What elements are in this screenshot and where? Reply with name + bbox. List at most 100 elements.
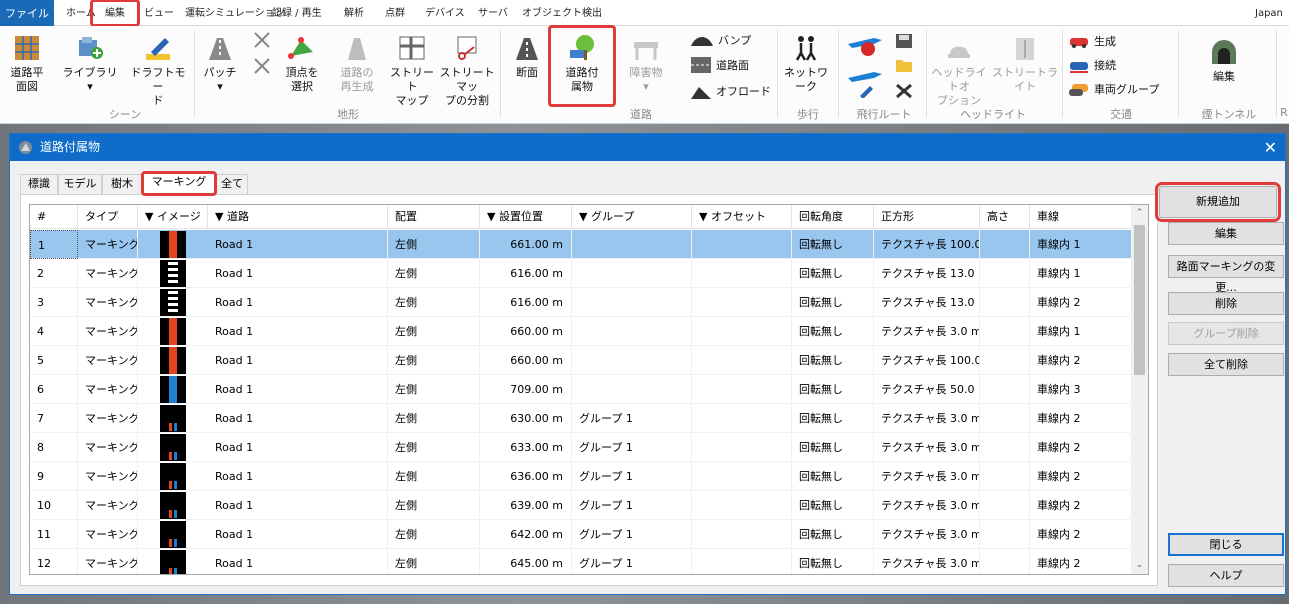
column-header[interactable]: ▼ オフセット [692, 205, 792, 229]
menu-server[interactable]: サーバ [478, 0, 508, 26]
table-row[interactable]: 12 マーキング Road 1 左側 645.00 m グループ 1 回転無し テクスチャ長 … [30, 549, 1132, 574]
group-headlight-label: ヘッドライト [960, 108, 1026, 121]
flight-delete-button[interactable] [894, 82, 914, 100]
column-header[interactable]: ▼ イメージ [138, 205, 208, 229]
flight-route-add-button[interactable] [846, 34, 886, 56]
library-button[interactable]: ライブラリ ▾ [62, 34, 118, 94]
cell-height [980, 549, 1030, 574]
flight-open-button[interactable] [894, 56, 914, 74]
obstacle-button[interactable]: 障害物 ▾ [620, 34, 672, 94]
tab-markings[interactable]: マーキング [141, 171, 217, 196]
table-row[interactable]: 11 マーキング Road 1 左側 642.00 m グループ 1 回転無し テクスチャ長 … [30, 520, 1132, 549]
marking-thumbnail [160, 463, 186, 490]
vertex-add-icon [254, 32, 270, 48]
column-header[interactable]: # [30, 205, 78, 229]
table-row[interactable]: 10 マーキング Road 1 左側 639.00 m グループ 1 回転無し テクスチャ長 … [30, 491, 1132, 520]
table-row[interactable]: 9 マーキング Road 1 左側 636.00 m グループ 1 回転無し テクスチャ長 3… [30, 462, 1132, 491]
tab-all[interactable]: 全て [216, 174, 248, 194]
draft-mode-button[interactable]: ドラフトモード [128, 34, 188, 108]
table-row[interactable]: 2 マーキング Road 1 左側 616.00 m 回転無し テクスチャ長 13.0 m 車… [30, 259, 1132, 288]
cell-pos: 661.00 m [480, 230, 572, 259]
cell-road: Road 1 [208, 433, 388, 462]
help-button[interactable]: ヘルプ [1168, 564, 1284, 587]
menu-driving-simulation[interactable]: 運転シミュレーション [185, 0, 285, 26]
column-header[interactable]: 正方形 [874, 205, 980, 229]
column-header[interactable]: タイプ [78, 205, 138, 229]
table-row[interactable]: 4 マーキング Road 1 左側 660.00 m 回転無し テクスチャ長 3.0 m 車線… [30, 317, 1132, 346]
menu-devices[interactable]: デバイス [425, 0, 465, 26]
menu-analysis[interactable]: 解析 [344, 0, 364, 26]
table-header: # タイプ ▼ イメージ ▼ 道路 配置 ▼ 設置位置 ▼ グループ ▼ オフセット 回転角度正… [30, 205, 1132, 229]
road-attachments-button[interactable]: 道路付 属物 [548, 25, 616, 107]
menu-view[interactable]: ビュー [144, 0, 174, 26]
close-button[interactable]: 閉じる [1168, 533, 1284, 556]
flight-save-button[interactable] [894, 32, 914, 50]
smoke-tunnel-edit-button[interactable]: 編集 [1196, 38, 1252, 84]
column-header[interactable]: 回転角度 [792, 205, 874, 229]
patch-button[interactable]: パッチ ▾ [198, 34, 242, 94]
add-vertex-button[interactable] [252, 30, 272, 50]
edit-button[interactable]: 編集 [1168, 222, 1284, 245]
road-plan-button[interactable]: 道路平 面図 [4, 34, 50, 94]
cell-lane: 車線内 2 [1030, 462, 1132, 491]
menu-record-playback[interactable]: 記録 / 再生 [272, 0, 322, 26]
draft-mode-label-1: ドラフトモー [130, 66, 186, 93]
table-row[interactable]: 5マーキング Road 1左側660.00 m 回転無しテクスチャ長 100.0 m… [30, 346, 1132, 375]
delete-group-button[interactable]: グループ削除 [1168, 322, 1284, 345]
traffic-generate-button[interactable]: 生成 [1068, 32, 1116, 50]
cell-lane: 車線内 2 [1030, 346, 1132, 375]
marking-thumbnail [160, 521, 186, 548]
tab-trees[interactable]: 樹木 [102, 174, 142, 194]
menu-file[interactable]: ファイル [0, 0, 54, 26]
select-vertex-button[interactable]: 頂点を 選択 [280, 34, 324, 94]
scrollbar-thumb[interactable] [1134, 225, 1145, 375]
cross-section-button[interactable]: 断面 [506, 34, 548, 80]
scroll-down-icon[interactable]: ⌄ [1131, 557, 1148, 574]
offroad-label: オフロード [716, 85, 771, 98]
table-row[interactable]: 3 マーキング Road 1 左側 616.00 m 回転無し テクスチャ長 13.0 m 車… [30, 288, 1132, 317]
column-header[interactable]: 車線 [1030, 205, 1132, 229]
menu-object-detection[interactable]: オブジェクト検出 [522, 0, 602, 26]
generate-label: 生成 [1094, 35, 1116, 48]
column-header[interactable]: ▼ グループ [572, 205, 692, 229]
bump-label: バンプ [718, 34, 752, 47]
add-new-button[interactable]: 新規追加 [1155, 182, 1281, 222]
column-header[interactable]: 高さ [980, 205, 1030, 229]
street-map-split-button[interactable]: ストリートマッ プの分割 [438, 34, 496, 108]
cell-group [572, 375, 692, 404]
vertical-scrollbar[interactable]: ⌃ ⌄ [1131, 205, 1148, 574]
table-row[interactable]: 1マーキング Road 1左側661.00 m 回転無しテクスチャ長 100.0 m… [30, 230, 1132, 259]
menu-point-cloud[interactable]: 点群 [385, 0, 405, 26]
offroad-button[interactable]: オフロード [690, 82, 771, 100]
delete-button[interactable]: 削除 [1168, 292, 1284, 315]
table-row[interactable]: 7 マーキング Road 1 左側 630.00 m グループ 1 回転無し テクスチャ長 3… [30, 404, 1132, 433]
flight-route-edit-button[interactable] [846, 70, 886, 98]
marking-thumbnail [160, 260, 186, 287]
traffic-connect-button[interactable]: 接続 [1068, 56, 1116, 74]
change-marking-button[interactable]: 路面マーキングの変更... [1168, 255, 1284, 294]
vehicle-group-button[interactable]: 車両グループ [1068, 80, 1159, 98]
group-next-label: R [1280, 106, 1288, 119]
offroad-icon [691, 87, 711, 99]
table-row[interactable]: 6 マーキング Road 1 左側 709.00 m 回転無し テクスチャ長 50.0 m 車… [30, 375, 1132, 404]
column-header[interactable]: ▼ 道路 [208, 205, 388, 229]
headlight-option-button[interactable]: ヘッドライトオ プション [928, 34, 990, 108]
tab-signs[interactable]: 標識 [20, 174, 58, 194]
remove-vertex-button[interactable] [252, 56, 272, 76]
street-map-button[interactable]: ストリート マップ [388, 34, 436, 108]
table-row[interactable]: 8 マーキング Road 1 左側 633.00 m グループ 1 回転無し テクスチャ長 3… [30, 433, 1132, 462]
tab-models[interactable]: モデル [58, 174, 102, 194]
road-regenerate-label-2: 再生成 [340, 80, 374, 93]
column-header[interactable]: 配置 [388, 205, 480, 229]
column-header[interactable]: ▼ 設置位置 [480, 205, 572, 229]
road-regenerate-button[interactable]: 道路の 再生成 [332, 34, 382, 94]
road-surface-button[interactable]: 道路面 [690, 56, 749, 74]
delete-all-button[interactable]: 全て削除 [1168, 353, 1284, 376]
menu-edit[interactable]: 編集 [90, 0, 140, 27]
scroll-up-icon[interactable]: ⌃ [1131, 205, 1148, 222]
close-icon[interactable]: ✕ [1264, 134, 1277, 161]
network-button[interactable]: ネットワーク [780, 34, 832, 94]
street-light-button[interactable]: ストリートライト [992, 34, 1058, 94]
cell-lane: 車線内 2 [1030, 404, 1132, 433]
bump-button[interactable]: バンプ [690, 32, 751, 48]
